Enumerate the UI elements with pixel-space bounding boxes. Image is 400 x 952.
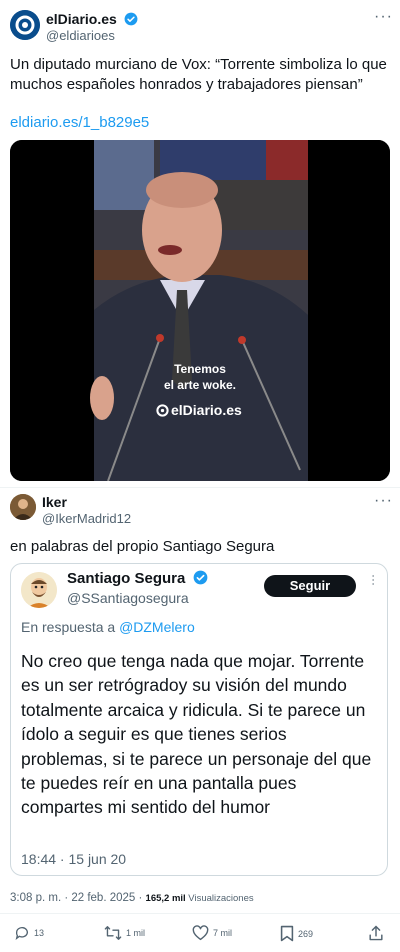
retweet-count: 1 mil [126,928,146,938]
verified-icon [193,570,207,585]
tweet1-video[interactable]: Tenemos el arte woke. elDiario.es [10,140,390,481]
video-frame [10,140,390,481]
user-photo-icon [10,494,36,520]
eldiario-avatar[interactable] [10,10,40,40]
quote-author-name[interactable]: Santiago Segura [67,570,185,587]
eldiario-watermark-icon [156,403,169,417]
more-options-icon[interactable]: ··· [374,492,393,510]
bookmark-button[interactable]: 269 [280,925,313,942]
heart-icon [192,925,209,941]
retweet-icon [104,926,122,940]
like-count: 7 mil [213,928,233,938]
eldiario-logo-icon [10,10,40,40]
tweet1-text: Un diputado murciano de Vox: “Torrente s… [10,56,387,93]
video-caption-line1: Tenemos [174,362,226,376]
author-name[interactable]: elDiario.es [46,11,117,27]
author-handle[interactable]: @IkerMadrid12 [42,511,131,527]
retweet-button[interactable]: 1 mil [104,925,145,941]
quote-timestamp[interactable]: 18:44 · 15 jun 20 [21,850,126,868]
tweet-meta: 3:08 p. m. · 22 feb. 2025 · 165,2 mil Vi… [10,891,254,906]
quote-author: Santiago Segura [67,570,208,588]
verified-icon [124,12,138,26]
meta-divider [0,913,400,914]
reply-context: En respuesta a @DZMelero [21,618,195,636]
reply-button[interactable]: 13 [14,925,44,941]
reply-icon [15,927,28,940]
more-options-icon[interactable]: ··· [374,8,393,26]
tweet1-author: elDiario.es [46,10,138,28]
segura-avatar[interactable] [21,572,57,608]
views-label: Visualizaciones [185,893,254,904]
reply-count: 13 [34,928,45,938]
tweet-divider [0,487,400,488]
quote-text: No creo que tenga nada que mojar. Torren… [21,651,372,818]
share-icon [369,925,383,941]
tweet1-link[interactable]: eldiario.es/1_b829e5 [10,114,149,132]
author-handle[interactable]: @eldiarioes [46,28,115,44]
bookmark-count: 269 [298,928,314,939]
reply-prefix: En respuesta a [21,619,120,635]
like-button[interactable]: 7 mil [192,925,232,941]
tweet2-text: en palabras del propio Santiago Segura [10,538,275,555]
tweet-time[interactable]: 3:08 p. m. · 22 feb. 2025 · [10,892,146,904]
quote-author-handle[interactable]: @SSantiagosegura [67,589,189,607]
cartoon-avatar-icon [21,572,57,608]
reply-to-handle[interactable]: @DZMelero [119,619,195,635]
more-options-icon[interactable]: ··· [367,574,381,586]
video-caption-line2: el arte woke. [163,378,237,392]
iker-avatar[interactable] [10,494,36,520]
video-watermark: elDiario.es [156,402,242,418]
view-count: 165,2 mil [145,893,186,904]
follow-button[interactable]: Seguir [264,575,356,597]
quoted-tweet-card[interactable]: Santiago Segura @SSantiagosegura Seguir … [10,563,388,876]
bookmark-icon [280,925,294,942]
author-name[interactable]: Iker [42,494,67,510]
share-button[interactable] [368,924,384,942]
video-brand: elDiario.es [171,402,242,418]
